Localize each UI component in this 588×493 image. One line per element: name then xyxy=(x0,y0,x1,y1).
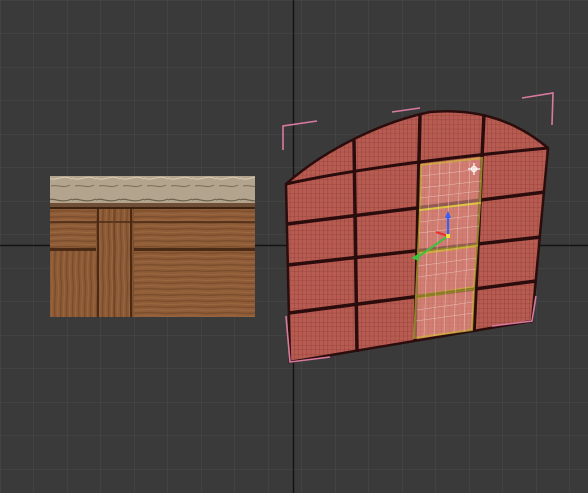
selected-faces[interactable] xyxy=(412,156,484,340)
left-panel xyxy=(50,251,96,317)
right-panel xyxy=(134,251,255,317)
stone-ledge xyxy=(50,176,255,207)
texture-preview-image[interactable] xyxy=(50,176,255,317)
3d-viewport[interactable] xyxy=(0,0,588,493)
center-stile xyxy=(96,208,134,317)
top-rail xyxy=(50,208,255,222)
viewport-canvas[interactable] xyxy=(0,0,588,493)
selected-face-3[interactable] xyxy=(414,244,479,298)
